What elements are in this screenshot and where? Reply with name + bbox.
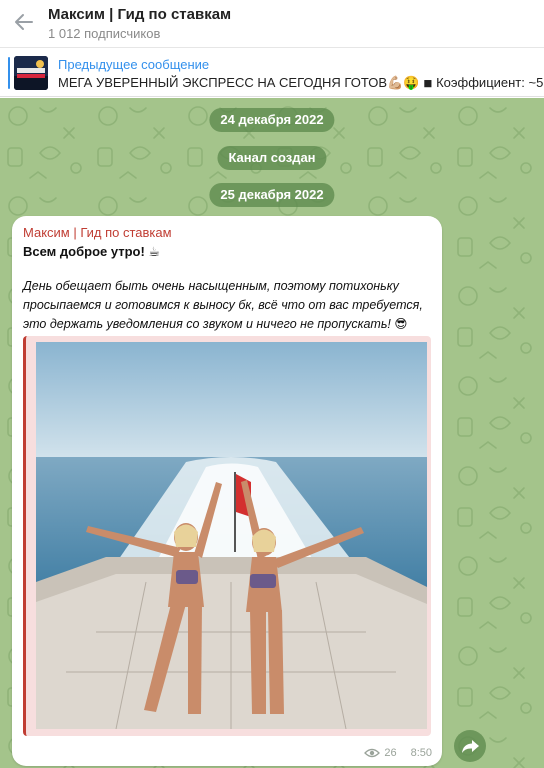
- message-time: 8:50: [410, 747, 432, 759]
- pinned-text: МЕГА УВЕРЕННЫЙ ЭКСПРЕСС НА СЕГОДНЯ ГОТОВ…: [58, 75, 544, 90]
- date-separator: 24 декабря 2022: [209, 108, 335, 132]
- chat-area[interactable]: 24 декабря 2022 Канал создан 25 декабря …: [0, 98, 544, 768]
- date-separator: 25 декабря 2022: [209, 183, 335, 207]
- channel-title[interactable]: Максим | Гид по ставкам: [48, 6, 231, 23]
- chat-header: Максим | Гид по ставкам 1 012 подписчико…: [0, 0, 544, 48]
- message-bubble[interactable]: Максим | Гид по ставкам Всем доброе утро…: [12, 216, 442, 766]
- share-arrow-icon: [462, 740, 479, 753]
- pinned-indicator: [8, 57, 10, 89]
- message-greeting: Всем доброе утро! ☕: [23, 244, 161, 259]
- message-meta: 26 8:50: [364, 747, 432, 759]
- pinned-thumbnail: [14, 56, 48, 90]
- share-button[interactable]: [454, 730, 486, 762]
- message-photo[interactable]: [36, 342, 427, 729]
- pinned-message-bar[interactable]: Предыдущее сообщение МЕГА УВЕРЕННЫЙ ЭКСП…: [0, 49, 544, 97]
- message-text: День обещает быть очень насыщенным, поэт…: [23, 279, 423, 331]
- media-preview: [23, 336, 431, 736]
- message-author[interactable]: Максим | Гид по ставкам: [23, 225, 172, 240]
- eye-icon: [364, 748, 381, 758]
- pinned-label: Предыдущее сообщение: [58, 57, 210, 72]
- view-count: 26: [384, 747, 397, 759]
- subscriber-count: 1 012 подписчиков: [48, 26, 161, 41]
- service-message-channel-created: Канал создан: [217, 146, 327, 170]
- back-arrow-icon[interactable]: [12, 10, 36, 34]
